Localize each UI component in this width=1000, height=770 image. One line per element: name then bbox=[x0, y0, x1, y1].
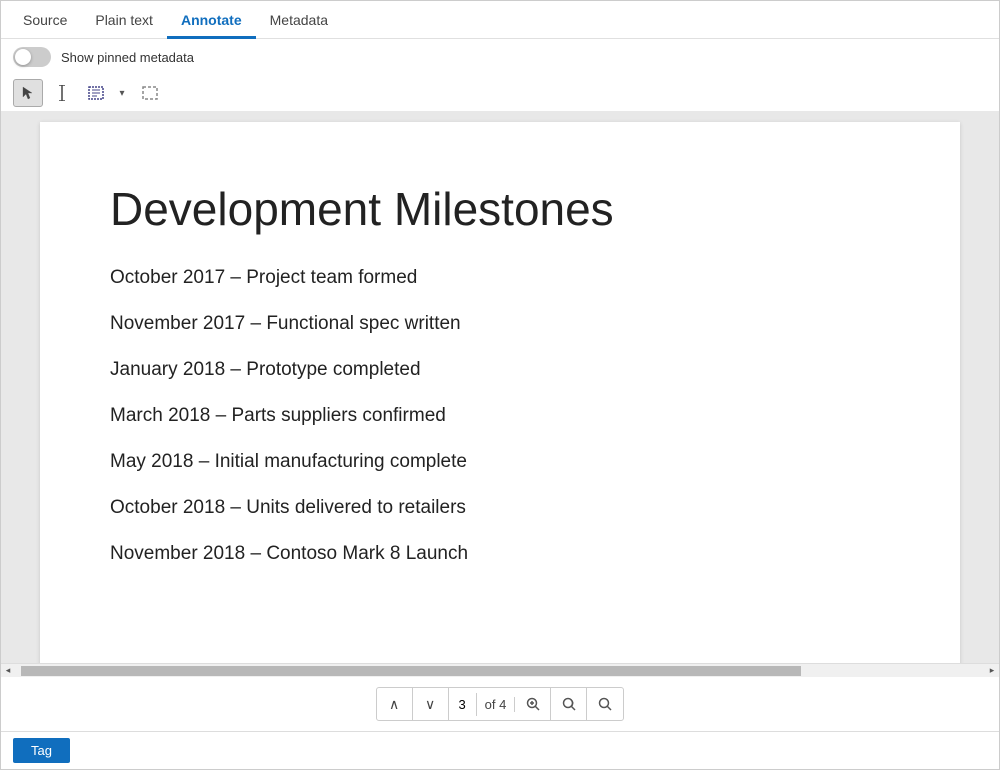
zoom-in-icon bbox=[526, 697, 540, 711]
annotation-toolbar: ▾ bbox=[1, 75, 999, 112]
bottom-bar: Tag bbox=[1, 731, 999, 769]
pinned-metadata-label: Show pinned metadata bbox=[61, 50, 194, 65]
next-page-button[interactable]: ∨ bbox=[413, 688, 449, 720]
rect-tool-button[interactable] bbox=[135, 79, 165, 107]
horizontal-scrollbar[interactable]: ◂ ▸ bbox=[1, 663, 999, 677]
page-number-input[interactable] bbox=[449, 693, 477, 716]
document-scroll[interactable]: Development Milestones October 2017 – Pr… bbox=[1, 112, 999, 663]
milestone-2: November 2017 – Functional spec written bbox=[110, 313, 880, 335]
region-tool-dropdown[interactable]: ▾ bbox=[113, 79, 131, 107]
region-tool-group: ▾ bbox=[81, 79, 131, 107]
toggle-knob bbox=[15, 49, 31, 65]
document-page: Development Milestones October 2017 – Pr… bbox=[40, 122, 960, 663]
region-tool-button[interactable] bbox=[81, 79, 111, 107]
zoom-in-button[interactable] bbox=[515, 688, 551, 720]
cursor-icon bbox=[21, 86, 35, 100]
zoom-out-icon bbox=[598, 697, 612, 711]
tab-annotate[interactable]: Annotate bbox=[167, 4, 256, 39]
text-tool-button[interactable] bbox=[47, 79, 77, 107]
milestone-5: May 2018 – Initial manufacturing complet… bbox=[110, 451, 880, 473]
select-tool-button[interactable] bbox=[13, 79, 43, 107]
scroll-right-arrow[interactable]: ▸ bbox=[985, 664, 999, 678]
milestone-4: March 2018 – Parts suppliers confirmed bbox=[110, 405, 880, 427]
zoom-out-button[interactable] bbox=[587, 688, 623, 720]
content-area: Development Milestones October 2017 – Pr… bbox=[1, 112, 999, 731]
rect-icon bbox=[142, 86, 158, 100]
tab-bar: Source Plain text Annotate Metadata bbox=[1, 1, 999, 39]
region-icon bbox=[88, 86, 104, 100]
pinned-metadata-toggle[interactable] bbox=[13, 47, 51, 67]
milestone-3: January 2018 – Prototype completed bbox=[110, 359, 880, 381]
scroll-left-arrow[interactable]: ◂ bbox=[1, 664, 15, 678]
tab-source[interactable]: Source bbox=[9, 4, 81, 39]
tag-button[interactable]: Tag bbox=[13, 738, 70, 763]
milestone-1: October 2017 – Project team formed bbox=[110, 267, 880, 289]
zoom-reset-button[interactable] bbox=[551, 688, 587, 720]
text-cursor-icon bbox=[57, 85, 67, 101]
nav-controls: ∧ ∨ of 4 bbox=[376, 687, 625, 721]
tab-plain-text[interactable]: Plain text bbox=[81, 4, 167, 39]
h-scroll-thumb[interactable] bbox=[21, 666, 801, 676]
milestone-7: November 2018 – Contoso Mark 8 Launch bbox=[110, 543, 880, 565]
zoom-reset-icon bbox=[562, 697, 576, 711]
milestone-6: October 2018 – Units delivered to retail… bbox=[110, 497, 880, 519]
tab-metadata[interactable]: Metadata bbox=[256, 4, 342, 39]
prev-page-button[interactable]: ∧ bbox=[377, 688, 413, 720]
pinned-metadata-bar: Show pinned metadata bbox=[1, 39, 999, 75]
document-title: Development Milestones bbox=[110, 182, 880, 237]
page-navigation-bar: ∧ ∨ of 4 bbox=[1, 677, 999, 731]
page-of-text: of 4 bbox=[477, 697, 516, 712]
